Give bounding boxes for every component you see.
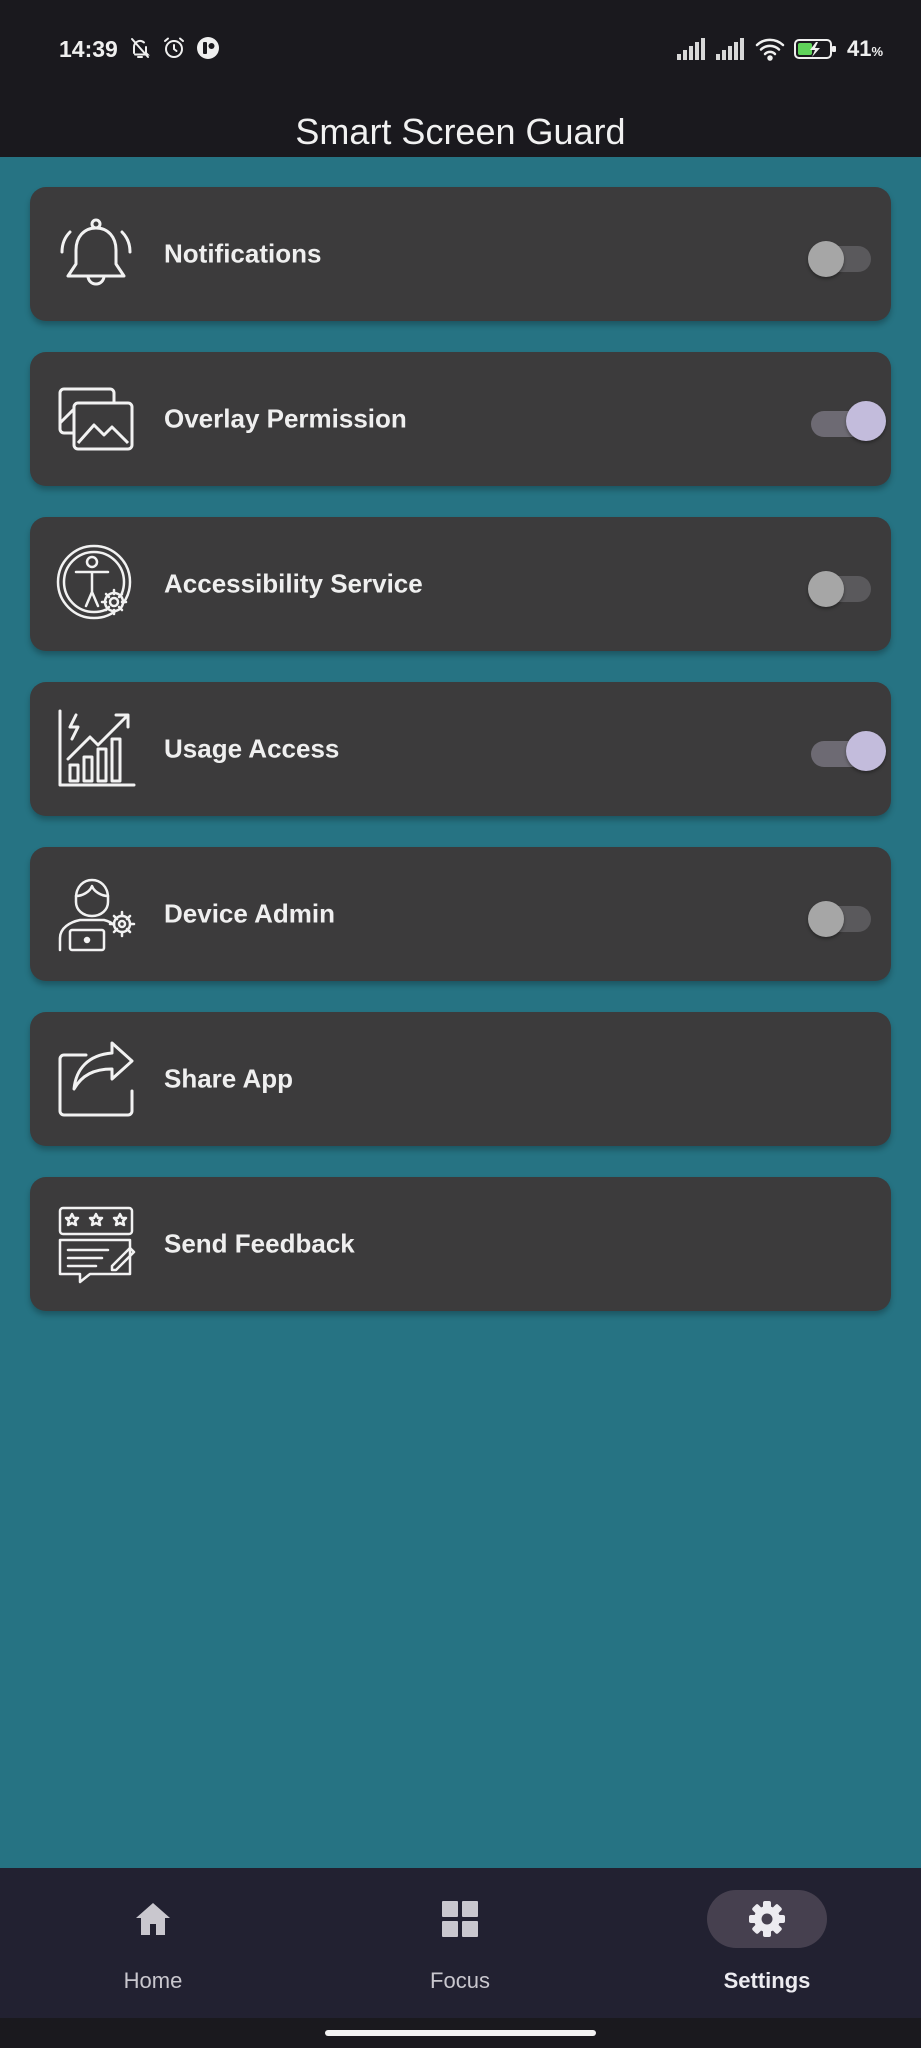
page-title: Smart Screen Guard [295, 111, 626, 152]
settings-item-label: Device Admin [164, 898, 335, 929]
toggle-thumb [846, 731, 886, 771]
usage-chart-icon [58, 709, 136, 787]
settings-item-label: Accessibility Service [164, 568, 423, 599]
settings-item-label: Share App [164, 1063, 294, 1094]
battery-level: 41% [846, 36, 883, 61]
status-bar: 14:39 41% [0, 0, 921, 100]
signal-2-icon [715, 38, 744, 60]
nav-label: Home [123, 1968, 183, 1993]
settings-item-notifications[interactable]: Notifications [30, 187, 891, 321]
usage-access-toggle[interactable] [778, 731, 888, 771]
settings-item-overlay-permission[interactable]: Overlay Permission [30, 352, 891, 486]
notifications-toggle[interactable] [778, 236, 888, 277]
nav-item-settings[interactable]: Settings [667, 1868, 867, 2018]
alarm-icon [164, 37, 184, 58]
settings-item-usage-access[interactable]: Usage Access [30, 682, 891, 816]
nav-icon-container [400, 1890, 520, 1948]
bell-off-icon [131, 38, 150, 58]
status-time: 14:39 [59, 36, 118, 62]
app-header: Smart Screen Guard [0, 100, 921, 157]
device-admin-icon [58, 878, 136, 952]
settings-item-label: Overlay Permission [164, 403, 407, 434]
settings-item-label: Notifications [164, 238, 322, 269]
toggle-thumb [808, 901, 844, 937]
grid-icon [442, 1901, 478, 1937]
status-left-icons [128, 36, 220, 60]
settings-item-send-feedback[interactable]: Send Feedback [30, 1177, 891, 1311]
status-right-icons: 41% [676, 36, 883, 62]
gear-icon [749, 1901, 785, 1937]
battery-charging-icon [793, 39, 836, 59]
overlay-permission-toggle[interactable] [778, 401, 888, 441]
settings-item-label: Send Feedback [164, 1228, 355, 1259]
feedback-icon [58, 1206, 136, 1284]
settings-item-share-app[interactable]: Share App [30, 1012, 891, 1146]
settings-content: Notifications Overlay Permission Accessi… [0, 157, 921, 1868]
bell-icon [60, 218, 132, 286]
home-icon [136, 1903, 170, 1935]
nav-icon-container [707, 1890, 827, 1948]
app-badge-icon [197, 37, 219, 59]
signal-1-icon [676, 38, 705, 60]
nav-label: Settings [723, 1968, 811, 1993]
home-indicator[interactable] [325, 2030, 596, 2036]
device-admin-toggle[interactable] [778, 896, 888, 937]
settings-item-accessibility-service[interactable]: Accessibility Service [30, 517, 891, 651]
toggle-thumb [808, 241, 844, 277]
nav-icon-container [93, 1890, 213, 1948]
share-icon [58, 1041, 134, 1117]
accessibility-service-toggle[interactable] [778, 566, 888, 607]
settings-item-device-admin[interactable]: Device Admin [30, 847, 891, 981]
toggle-thumb [808, 571, 844, 607]
bottom-nav: Home Focus Settings [0, 1868, 921, 2018]
settings-item-label: Usage Access [164, 733, 340, 764]
wifi-icon [755, 38, 785, 61]
nav-item-focus[interactable]: Focus [360, 1868, 560, 2018]
overlay-images-icon [58, 387, 134, 451]
nav-item-home[interactable]: Home [53, 1868, 253, 2018]
nav-label: Focus [430, 1968, 490, 1993]
toggle-thumb [846, 401, 886, 441]
accessibility-icon [56, 544, 132, 620]
